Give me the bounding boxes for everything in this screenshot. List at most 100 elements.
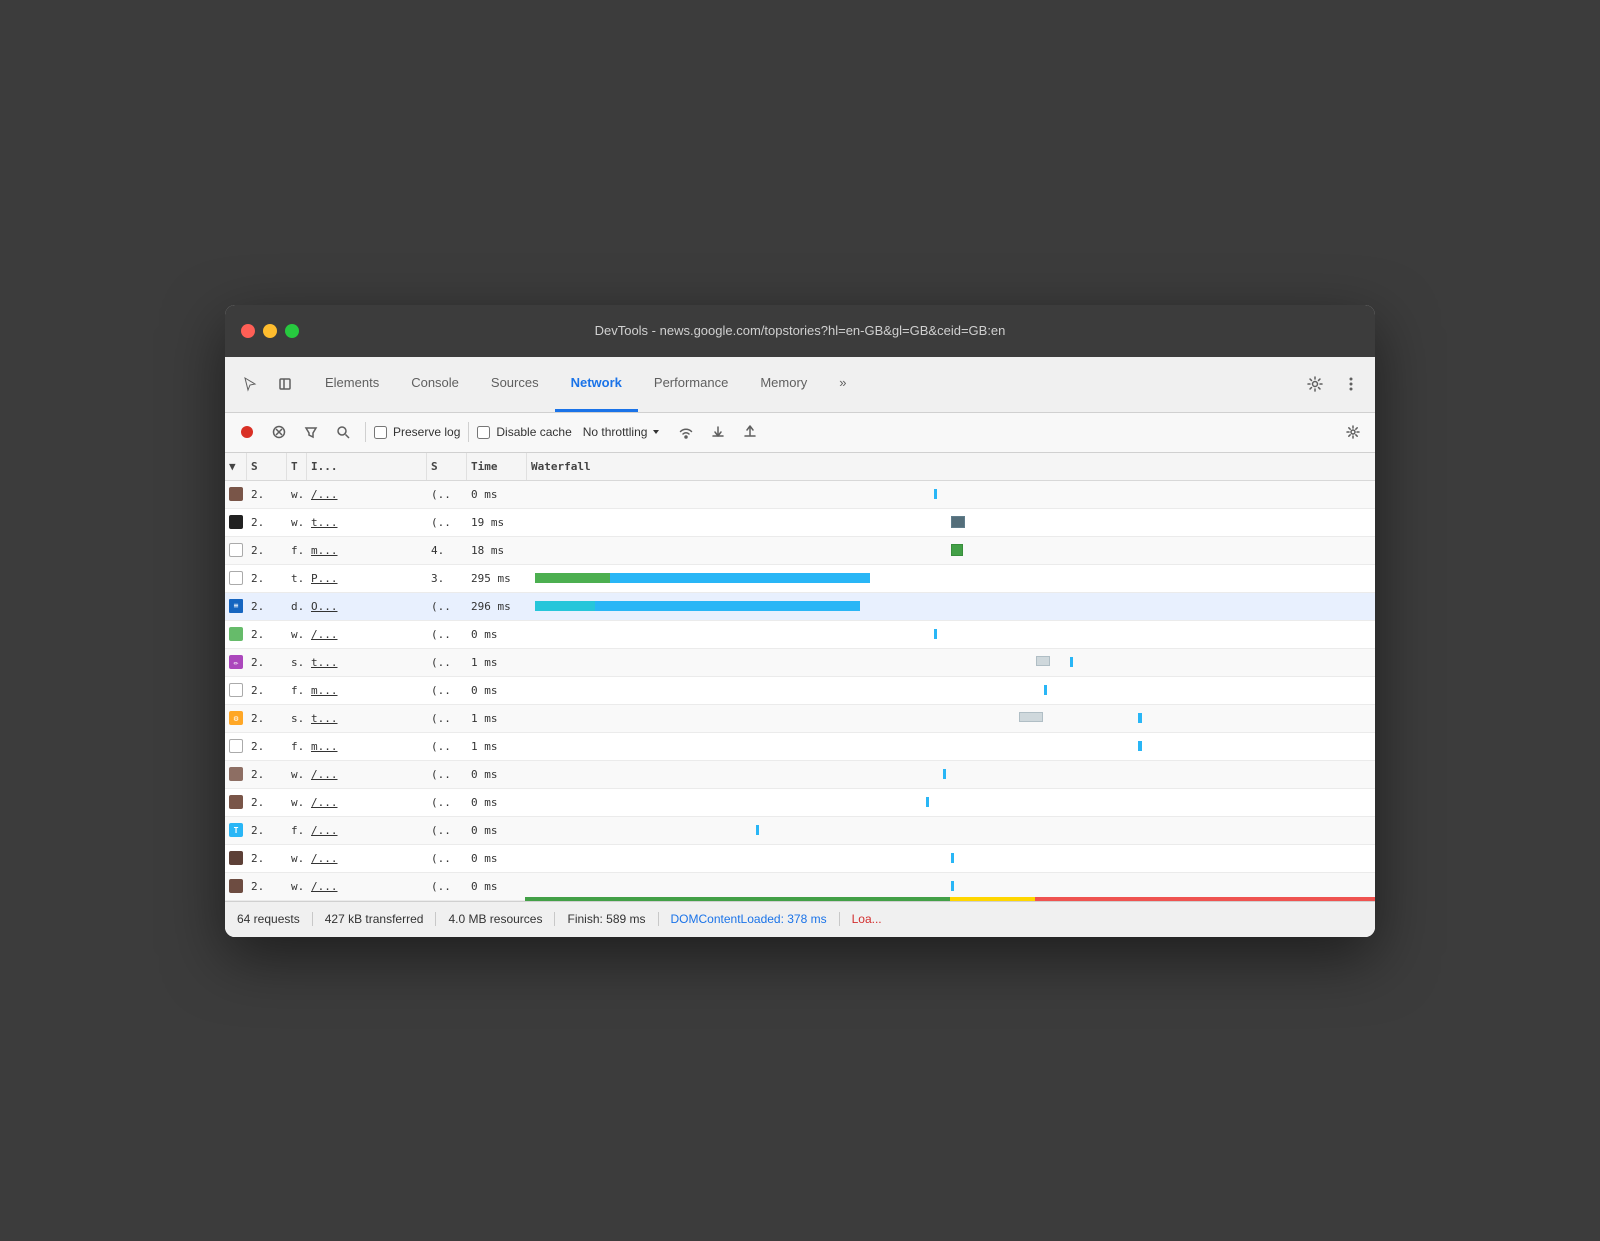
table-row[interactable]: 2. f. m... 4. 18 ms bbox=[225, 537, 1375, 565]
table-row[interactable]: T 2. f. /... (.. 0 ms bbox=[225, 817, 1375, 845]
disable-cache-checkbox[interactable]: Disable cache bbox=[477, 425, 571, 439]
cursor-icon[interactable] bbox=[233, 368, 265, 400]
table-header: ▼ S T I... S Time Waterfall bbox=[225, 453, 1375, 481]
window-title: DevTools - news.google.com/topstories?hl… bbox=[595, 323, 1006, 338]
titlebar: DevTools - news.google.com/topstories?hl… bbox=[225, 305, 1375, 357]
import-har-icon[interactable] bbox=[704, 418, 732, 446]
waterfall-cell bbox=[527, 788, 1375, 816]
settings-icon[interactable] bbox=[1299, 368, 1331, 400]
col-header-size[interactable]: S bbox=[427, 453, 467, 480]
col-header-time[interactable]: Time bbox=[467, 453, 527, 480]
export-har-icon[interactable] bbox=[736, 418, 764, 446]
tab-bar-right bbox=[1299, 368, 1367, 400]
resource-icon bbox=[229, 739, 243, 753]
waterfall-cell bbox=[527, 508, 1375, 536]
maximize-button[interactable] bbox=[285, 324, 299, 338]
table-row[interactable]: ✏ 2. s. t... (.. 1 ms bbox=[225, 649, 1375, 677]
waterfall-cell bbox=[527, 564, 1375, 592]
col-header-status[interactable]: S bbox=[247, 453, 287, 480]
record-button[interactable] bbox=[233, 418, 261, 446]
tab-memory[interactable]: Memory bbox=[744, 357, 823, 412]
waterfall-footer-bar bbox=[525, 897, 1375, 901]
table-body: 2. w. /... (.. 0 ms 2. w. t... bbox=[225, 481, 1375, 901]
resource-icon bbox=[229, 627, 243, 641]
resource-icon bbox=[229, 571, 243, 585]
network-conditions-icon[interactable] bbox=[672, 418, 700, 446]
tab-more[interactable]: » bbox=[823, 357, 862, 412]
table-row[interactable]: 2. f. m... (.. 0 ms bbox=[225, 677, 1375, 705]
table-row[interactable]: 2. w. /... (.. 0 ms bbox=[225, 789, 1375, 817]
table-row[interactable]: ⚙ 2. s. t... (.. 1 ms bbox=[225, 705, 1375, 733]
network-toolbar: Preserve log Disable cache No throttling bbox=[225, 413, 1375, 453]
more-icon[interactable] bbox=[1335, 368, 1367, 400]
toolbar-separator-1 bbox=[365, 422, 366, 442]
waterfall-cell bbox=[527, 480, 1375, 508]
resources: 4.0 MB resources bbox=[436, 912, 555, 926]
table-row[interactable]: 2. w. t... (.. 19 ms bbox=[225, 509, 1375, 537]
preserve-log-input[interactable] bbox=[374, 426, 387, 439]
table-row[interactable]: ≡ 2. d. O... (.. 296 ms bbox=[225, 593, 1375, 621]
traffic-lights bbox=[241, 324, 299, 338]
table-row[interactable]: 2. w. /... (.. 0 ms bbox=[225, 845, 1375, 873]
waterfall-cell bbox=[527, 620, 1375, 648]
resource-icon bbox=[229, 879, 243, 893]
minimize-button[interactable] bbox=[263, 324, 277, 338]
waterfall-cell bbox=[527, 592, 1375, 620]
waterfall-cell bbox=[527, 648, 1375, 676]
col-header-type[interactable]: T bbox=[287, 453, 307, 480]
table-row[interactable]: 2. t. P... 3. 295 ms bbox=[225, 565, 1375, 593]
waterfall-cell bbox=[527, 844, 1375, 872]
resource-icon: T bbox=[229, 823, 243, 837]
status-bar: 64 requests 427 kB transferred 4.0 MB re… bbox=[225, 901, 1375, 937]
col-header-waterfall[interactable]: Waterfall bbox=[527, 453, 1375, 480]
close-button[interactable] bbox=[241, 324, 255, 338]
resource-icon bbox=[229, 795, 243, 809]
col-header-icon: ▼ bbox=[225, 453, 247, 480]
resource-icon bbox=[229, 487, 243, 501]
table-row[interactable]: 2. f. m... (.. 1 ms bbox=[225, 733, 1375, 761]
devtools-window: DevTools - news.google.com/topstories?hl… bbox=[225, 305, 1375, 937]
waterfall-cell bbox=[527, 536, 1375, 564]
tab-elements[interactable]: Elements bbox=[309, 357, 395, 412]
clear-button[interactable] bbox=[265, 418, 293, 446]
table-row[interactable]: 2. w. /... (.. 0 ms bbox=[225, 761, 1375, 789]
throttle-select[interactable]: No throttling bbox=[576, 422, 669, 442]
col-header-name[interactable]: I... bbox=[307, 453, 427, 480]
transferred: 427 kB transferred bbox=[313, 912, 437, 926]
row-icon-cell bbox=[225, 481, 247, 508]
resource-icon bbox=[229, 851, 243, 865]
resource-icon bbox=[229, 515, 243, 529]
toolbar-separator-2 bbox=[468, 422, 469, 442]
requests-count: 64 requests bbox=[237, 912, 313, 926]
resource-icon: ⚙ bbox=[229, 711, 243, 725]
waterfall-cell bbox=[527, 760, 1375, 788]
resource-icon bbox=[229, 767, 243, 781]
waterfall-cell bbox=[527, 676, 1375, 704]
chevron-down-icon bbox=[651, 427, 661, 437]
table-row[interactable]: 2. w. /... (.. 0 ms bbox=[225, 481, 1375, 509]
resource-icon bbox=[229, 543, 243, 557]
tab-sources[interactable]: Sources bbox=[475, 357, 555, 412]
resource-icon: ≡ bbox=[229, 599, 243, 613]
devtools-body: Elements Console Sources Network Perform… bbox=[225, 357, 1375, 937]
tab-bar-icons bbox=[233, 368, 301, 400]
tabs: Elements Console Sources Network Perform… bbox=[309, 357, 1291, 412]
network-table: ▼ S T I... S Time Waterfall 2. w. /... bbox=[225, 453, 1375, 901]
resource-icon bbox=[229, 683, 243, 697]
waterfall-cell bbox=[527, 816, 1375, 844]
network-settings-icon[interactable] bbox=[1339, 418, 1367, 446]
disable-cache-input[interactable] bbox=[477, 426, 490, 439]
dom-content-loaded: DOMContentLoaded: 378 ms bbox=[659, 912, 840, 926]
tab-network[interactable]: Network bbox=[555, 357, 638, 412]
filter-icon[interactable] bbox=[297, 418, 325, 446]
table-row[interactable]: 2. w. /... (.. 0 ms bbox=[225, 621, 1375, 649]
waterfall-cell bbox=[527, 704, 1375, 732]
tab-bar: Elements Console Sources Network Perform… bbox=[225, 357, 1375, 413]
tab-performance[interactable]: Performance bbox=[638, 357, 744, 412]
waterfall-cell bbox=[527, 732, 1375, 760]
tab-console[interactable]: Console bbox=[395, 357, 475, 412]
finish-time: Finish: 589 ms bbox=[555, 912, 658, 926]
search-icon[interactable] bbox=[329, 418, 357, 446]
inspect-icon[interactable] bbox=[269, 368, 301, 400]
preserve-log-checkbox[interactable]: Preserve log bbox=[374, 425, 460, 439]
